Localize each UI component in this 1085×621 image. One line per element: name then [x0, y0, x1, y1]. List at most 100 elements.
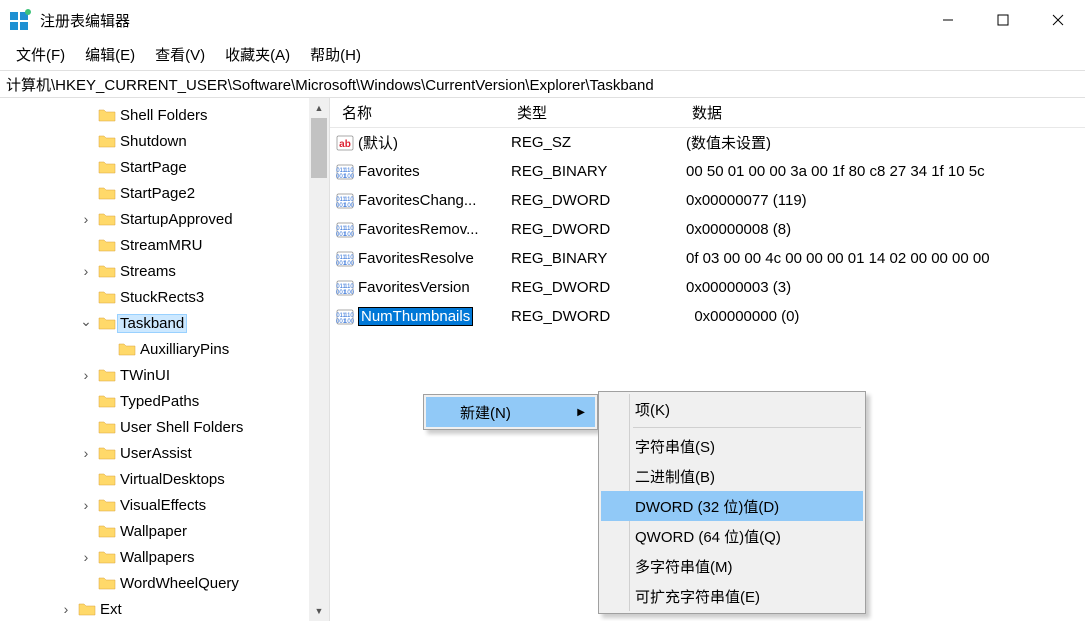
menu-favorites[interactable]: 收藏夹(A) — [217, 42, 298, 67]
expand-icon[interactable]: › — [78, 263, 94, 279]
scroll-down-icon[interactable]: ▼ — [309, 601, 329, 621]
menu-file[interactable]: 文件(F) — [8, 42, 73, 67]
tree-item-label: StartPage — [120, 159, 187, 176]
context-submenu-item[interactable]: 多字符串值(M) — [601, 551, 863, 581]
tree-item-label: StuckRects3 — [120, 289, 204, 306]
folder-icon — [98, 549, 116, 565]
folder-icon — [98, 315, 116, 331]
tree-item[interactable]: StuckRects3 — [0, 284, 309, 310]
tree-item[interactable]: Wallpaper — [0, 518, 309, 544]
expand-icon[interactable]: › — [78, 367, 94, 383]
tree-item[interactable]: ›Ext — [0, 596, 309, 621]
col-header-name[interactable]: 名称 — [330, 98, 505, 127]
context-submenu-item[interactable]: 字符串值(S) — [601, 431, 863, 461]
value-type: REG_BINARY — [505, 248, 680, 269]
tree-item[interactable]: User Shell Folders — [0, 414, 309, 440]
tree-item[interactable]: WordWheelQuery — [0, 570, 309, 596]
tree-item-label: Wallpaper — [120, 523, 187, 540]
folder-icon — [98, 393, 116, 409]
svg-text:100: 100 — [344, 261, 354, 267]
tree-item[interactable]: VirtualDesktops — [0, 466, 309, 492]
context-menu[interactable]: 新建(N) ▶ — [423, 394, 598, 430]
context-submenu-item[interactable]: QWORD (64 位)值(Q) — [601, 521, 863, 551]
scroll-track[interactable] — [309, 118, 329, 601]
tree-item[interactable]: ›Wallpapers — [0, 544, 309, 570]
folder-icon — [98, 289, 116, 305]
folder-icon — [118, 341, 136, 357]
value-data: 0x00000000 (0) — [680, 306, 1085, 327]
tree-scrollbar[interactable]: ▲ ▼ — [309, 98, 329, 621]
list-header: 名称 类型 数据 — [330, 98, 1085, 128]
menu-item-label: 字符串值(S) — [635, 436, 715, 457]
context-menu-new-label: 新建(N) — [460, 402, 511, 423]
tree-item[interactable]: ›VisualEffects — [0, 492, 309, 518]
folder-icon — [98, 445, 116, 461]
expand-icon[interactable]: › — [78, 211, 94, 227]
folder-icon — [98, 237, 116, 253]
maximize-button[interactable] — [975, 0, 1030, 40]
value-type: REG_DWORD — [505, 219, 680, 240]
context-submenu-new[interactable]: 项(K) 字符串值(S) 二进制值(B) DWORD (32 位)值(D) QWORD … — [598, 391, 866, 614]
value-type: REG_DWORD — [505, 190, 680, 211]
tree-item[interactable]: ›UserAssist — [0, 440, 309, 466]
menu-help[interactable]: 帮助(H) — [302, 42, 369, 67]
list-row[interactable]: 011110001100FavoritesChang...REG_DWORD0x… — [330, 186, 1085, 215]
context-submenu-item[interactable]: 二进制值(B) — [601, 461, 863, 491]
tree-item[interactable]: StreamMRU — [0, 232, 309, 258]
context-menu-new[interactable]: 新建(N) ▶ — [426, 397, 595, 427]
tree-item[interactable]: AuxilliaryPins — [0, 336, 309, 362]
binary-value-icon: 011110001100 — [336, 163, 354, 181]
scroll-thumb[interactable] — [311, 118, 327, 178]
tree-item[interactable]: ›StartupApproved — [0, 206, 309, 232]
tree-item[interactable]: StartPage — [0, 154, 309, 180]
list-body[interactable]: ab(默认)REG_SZ(数值未设置)011110001100Favorites… — [330, 128, 1085, 331]
context-submenu-item[interactable]: 项(K) — [601, 394, 863, 424]
tree-item[interactable]: › Streams — [0, 258, 309, 284]
value-data: 0f 03 00 00 4c 00 00 00 01 14 02 00 00 0… — [680, 248, 1085, 269]
list-row[interactable]: ab(默认)REG_SZ(数值未设置) — [330, 128, 1085, 157]
menu-edit[interactable]: 编辑(E) — [77, 42, 143, 67]
app-icon — [8, 8, 32, 32]
tree[interactable]: Shell FoldersShutdown StartPage StartPage2… — [0, 98, 309, 621]
expand-icon[interactable]: › — [78, 497, 94, 513]
close-button[interactable] — [1030, 0, 1085, 40]
value-name[interactable]: NumThumbnails — [358, 307, 473, 326]
expand-icon[interactable]: › — [78, 445, 94, 461]
expand-icon[interactable]: ⌄ — [78, 313, 94, 330]
list-row[interactable]: 011110001100FavoritesREG_BINARY00 50 01 … — [330, 157, 1085, 186]
col-header-data[interactable]: 数据 — [680, 98, 1085, 127]
address-bar[interactable]: 计算机\HKEY_CURRENT_USER\Software\Microsoft… — [0, 70, 1085, 98]
binary-value-icon: 011110001100 — [336, 279, 354, 297]
context-submenu-item[interactable]: DWORD (32 位)值(D) — [601, 491, 863, 521]
folder-icon — [98, 159, 116, 175]
tree-item-label: Streams — [120, 263, 176, 280]
col-header-type[interactable]: 类型 — [505, 98, 680, 127]
list-row[interactable]: 011110001100NumThumbnailsREG_DWORD 0x000… — [330, 302, 1085, 331]
context-submenu-item[interactable]: 可扩充字符串值(E) — [601, 581, 863, 611]
tree-item-label: TypedPaths — [120, 393, 199, 410]
tree-item-label: VirtualDesktops — [120, 471, 225, 488]
tree-item[interactable]: ⌄Taskband — [0, 310, 309, 336]
minimize-button[interactable] — [920, 0, 975, 40]
value-data: 0x00000003 (3) — [680, 277, 1085, 298]
value-data: 0x00000077 (119) — [680, 190, 1085, 211]
list-pane: 名称 类型 数据 ab(默认)REG_SZ(数值未设置)011110001100… — [330, 98, 1085, 621]
tree-item[interactable]: Shutdown — [0, 128, 309, 154]
window-controls — [920, 0, 1085, 40]
tree-item[interactable]: TypedPaths — [0, 388, 309, 414]
tree-item[interactable]: ›TWinUI — [0, 362, 309, 388]
value-name: FavoritesChang... — [358, 192, 476, 209]
tree-item[interactable]: StartPage2 — [0, 180, 309, 206]
expand-icon[interactable]: › — [78, 549, 94, 565]
menu-item-label: 二进制值(B) — [635, 466, 715, 487]
list-row[interactable]: 011110001100FavoritesResolveREG_BINARY0f… — [330, 244, 1085, 273]
list-row[interactable]: 011110001100FavoritesRemov...REG_DWORD0x… — [330, 215, 1085, 244]
menu-item-label: DWORD (32 位)值(D) — [635, 496, 779, 517]
tree-item[interactable]: Shell Folders — [0, 102, 309, 128]
list-row[interactable]: 011110001100FavoritesVersionREG_DWORD0x0… — [330, 273, 1085, 302]
scroll-up-icon[interactable]: ▲ — [309, 98, 329, 118]
value-name: FavoritesResolve — [358, 250, 474, 267]
expand-icon[interactable]: › — [58, 601, 74, 617]
menu-view[interactable]: 查看(V) — [147, 42, 213, 67]
menu-item-label: 项(K) — [635, 399, 670, 420]
